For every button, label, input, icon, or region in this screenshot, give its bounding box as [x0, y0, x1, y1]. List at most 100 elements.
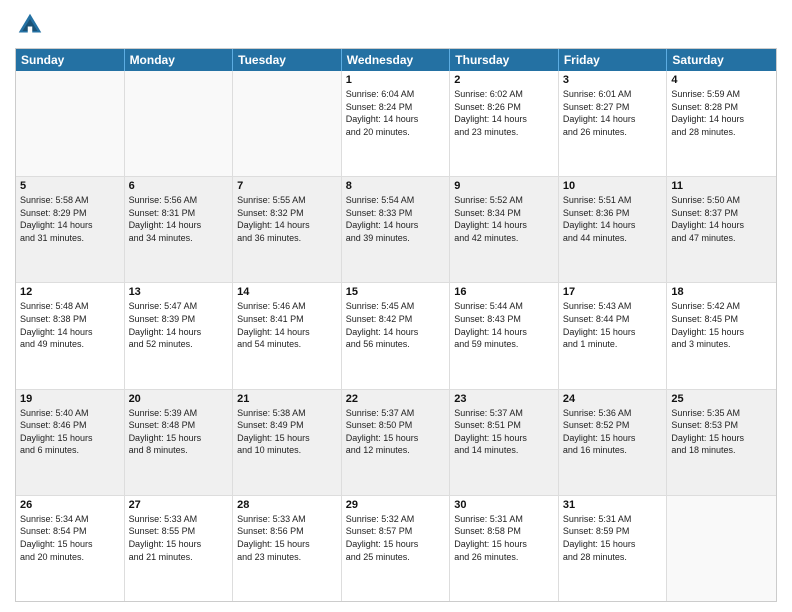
day-number: 10: [563, 180, 663, 192]
cell-info: Sunrise: 5:33 AM Sunset: 8:56 PM Dayligh…: [237, 513, 337, 563]
day-cell-3: 3 Sunrise: 6:01 AM Sunset: 8:27 PM Daylig…: [559, 71, 668, 176]
day-cell-9: 9 Sunrise: 5:52 AM Sunset: 8:34 PM Daylig…: [450, 177, 559, 282]
day-cell-23: 23 Sunrise: 5:37 AM Sunset: 8:51 PM Dayli…: [450, 390, 559, 495]
day-cell-5: 5 Sunrise: 5:58 AM Sunset: 8:29 PM Daylig…: [16, 177, 125, 282]
calendar-row-4: 19Sunrise: 5:40 AM Sunset: 8:46 PM Dayli…: [16, 390, 776, 496]
day-number: 9: [454, 180, 554, 192]
day-cell-17: 17Sunrise: 5:43 AM Sunset: 8:44 PM Dayli…: [559, 283, 668, 388]
cell-info: Sunrise: 5:37 AM Sunset: 8:51 PM Dayligh…: [454, 407, 554, 457]
day-number: 23: [454, 393, 554, 405]
day-number: 3: [563, 74, 663, 86]
cell-info: Sunrise: 5:34 AM Sunset: 8:54 PM Dayligh…: [20, 513, 120, 563]
day-cell-7: 7 Sunrise: 5:55 AM Sunset: 8:32 PM Daylig…: [233, 177, 342, 282]
day-number: 12: [20, 286, 120, 298]
cell-info: Sunrise: 5:39 AM Sunset: 8:48 PM Dayligh…: [129, 407, 229, 457]
day-number: 15: [346, 286, 446, 298]
header: [15, 10, 777, 40]
cell-info: Sunrise: 5:52 AM Sunset: 8:34 PM Dayligh…: [454, 194, 554, 244]
cell-info: Sunrise: 5:44 AM Sunset: 8:43 PM Dayligh…: [454, 300, 554, 350]
day-cell-1: 1 Sunrise: 6:04 AM Sunset: 8:24 PM Daylig…: [342, 71, 451, 176]
day-cell-27: 27Sunrise: 5:33 AM Sunset: 8:55 PM Dayli…: [125, 496, 234, 601]
day-cell-30: 30 Sunrise: 5:31 AM Sunset: 8:58 PM Dayli…: [450, 496, 559, 601]
day-cell-20: 20 Sunrise: 5:39 AM Sunset: 8:48 PM Dayli…: [125, 390, 234, 495]
day-number: 29: [346, 499, 446, 511]
day-cell-29: 29 Sunrise: 5:32 AM Sunset: 8:57 PM Dayli…: [342, 496, 451, 601]
day-number: 30: [454, 499, 554, 511]
day-number: 14: [237, 286, 337, 298]
cell-info: Sunrise: 5:59 AM Sunset: 8:28 PM Dayligh…: [671, 88, 772, 138]
day-cell-2: 2 Sunrise: 6:02 AM Sunset: 8:26 PM Daylig…: [450, 71, 559, 176]
cell-info: Sunrise: 5:35 AM Sunset: 8:53 PM Dayligh…: [671, 407, 772, 457]
day-number: 31: [563, 499, 663, 511]
day-cell-31: 31 Sunrise: 5:31 AM Sunset: 8:59 PM Dayli…: [559, 496, 668, 601]
day-number: 27: [129, 499, 229, 511]
day-cell-15: 15 Sunrise: 5:45 AM Sunset: 8:42 PM Dayli…: [342, 283, 451, 388]
day-cell-19: 19Sunrise: 5:40 AM Sunset: 8:46 PM Dayli…: [16, 390, 125, 495]
cell-info: Sunrise: 5:46 AM Sunset: 8:41 PM Dayligh…: [237, 300, 337, 350]
header-cell-friday: Friday: [559, 49, 668, 71]
cell-info: Sunrise: 5:31 AM Sunset: 8:58 PM Dayligh…: [454, 513, 554, 563]
header-cell-thursday: Thursday: [450, 49, 559, 71]
day-number: 20: [129, 393, 229, 405]
calendar-row-5: 26 Sunrise: 5:34 AM Sunset: 8:54 PM Dayli…: [16, 496, 776, 601]
empty-cell: [16, 71, 125, 176]
cell-info: Sunrise: 5:32 AM Sunset: 8:57 PM Dayligh…: [346, 513, 446, 563]
empty-cell: [233, 71, 342, 176]
cell-info: Sunrise: 5:58 AM Sunset: 8:29 PM Dayligh…: [20, 194, 120, 244]
day-cell-4: 4Sunrise: 5:59 AM Sunset: 8:28 PM Daylig…: [667, 71, 776, 176]
cell-info: Sunrise: 5:45 AM Sunset: 8:42 PM Dayligh…: [346, 300, 446, 350]
cell-info: Sunrise: 6:02 AM Sunset: 8:26 PM Dayligh…: [454, 88, 554, 138]
cell-info: Sunrise: 6:01 AM Sunset: 8:27 PM Dayligh…: [563, 88, 663, 138]
day-number: 28: [237, 499, 337, 511]
day-number: 18: [671, 286, 772, 298]
logo-icon: [15, 10, 45, 40]
day-cell-26: 26 Sunrise: 5:34 AM Sunset: 8:54 PM Dayli…: [16, 496, 125, 601]
header-cell-saturday: Saturday: [667, 49, 776, 71]
calendar-row-1: 1 Sunrise: 6:04 AM Sunset: 8:24 PM Daylig…: [16, 71, 776, 177]
day-cell-13: 13Sunrise: 5:47 AM Sunset: 8:39 PM Dayli…: [125, 283, 234, 388]
logo: [15, 10, 47, 40]
day-cell-28: 28 Sunrise: 5:33 AM Sunset: 8:56 PM Dayli…: [233, 496, 342, 601]
day-cell-25: 25Sunrise: 5:35 AM Sunset: 8:53 PM Dayli…: [667, 390, 776, 495]
day-cell-10: 10 Sunrise: 5:51 AM Sunset: 8:36 PM Dayli…: [559, 177, 668, 282]
cell-info: Sunrise: 5:38 AM Sunset: 8:49 PM Dayligh…: [237, 407, 337, 457]
day-cell-22: 22 Sunrise: 5:37 AM Sunset: 8:50 PM Dayli…: [342, 390, 451, 495]
empty-cell: [125, 71, 234, 176]
day-cell-14: 14 Sunrise: 5:46 AM Sunset: 8:41 PM Dayli…: [233, 283, 342, 388]
day-number: 11: [671, 180, 772, 192]
cell-info: Sunrise: 5:54 AM Sunset: 8:33 PM Dayligh…: [346, 194, 446, 244]
day-number: 19: [20, 393, 120, 405]
day-number: 5: [20, 180, 120, 192]
calendar: SundayMondayTuesdayWednesdayThursdayFrid…: [15, 48, 777, 602]
day-cell-21: 21 Sunrise: 5:38 AM Sunset: 8:49 PM Dayli…: [233, 390, 342, 495]
day-number: 21: [237, 393, 337, 405]
day-number: 8: [346, 180, 446, 192]
cell-info: Sunrise: 5:42 AM Sunset: 8:45 PM Dayligh…: [671, 300, 772, 350]
cell-info: Sunrise: 6:04 AM Sunset: 8:24 PM Dayligh…: [346, 88, 446, 138]
day-cell-24: 24Sunrise: 5:36 AM Sunset: 8:52 PM Dayli…: [559, 390, 668, 495]
day-number: 2: [454, 74, 554, 86]
cell-info: Sunrise: 5:50 AM Sunset: 8:37 PM Dayligh…: [671, 194, 772, 244]
cell-info: Sunrise: 5:47 AM Sunset: 8:39 PM Dayligh…: [129, 300, 229, 350]
calendar-header: SundayMondayTuesdayWednesdayThursdayFrid…: [16, 49, 776, 71]
header-cell-tuesday: Tuesday: [233, 49, 342, 71]
cell-info: Sunrise: 5:31 AM Sunset: 8:59 PM Dayligh…: [563, 513, 663, 563]
day-number: 26: [20, 499, 120, 511]
calendar-body: 1 Sunrise: 6:04 AM Sunset: 8:24 PM Daylig…: [16, 71, 776, 601]
cell-info: Sunrise: 5:37 AM Sunset: 8:50 PM Dayligh…: [346, 407, 446, 457]
day-cell-16: 16Sunrise: 5:44 AM Sunset: 8:43 PM Dayli…: [450, 283, 559, 388]
day-cell-18: 18 Sunrise: 5:42 AM Sunset: 8:45 PM Dayli…: [667, 283, 776, 388]
day-cell-11: 11 Sunrise: 5:50 AM Sunset: 8:37 PM Dayli…: [667, 177, 776, 282]
header-cell-wednesday: Wednesday: [342, 49, 451, 71]
page: SundayMondayTuesdayWednesdayThursdayFrid…: [0, 0, 792, 612]
cell-info: Sunrise: 5:36 AM Sunset: 8:52 PM Dayligh…: [563, 407, 663, 457]
cell-info: Sunrise: 5:51 AM Sunset: 8:36 PM Dayligh…: [563, 194, 663, 244]
cell-info: Sunrise: 5:43 AM Sunset: 8:44 PM Dayligh…: [563, 300, 663, 350]
day-cell-12: 12Sunrise: 5:48 AM Sunset: 8:38 PM Dayli…: [16, 283, 125, 388]
empty-cell: [667, 496, 776, 601]
header-cell-sunday: Sunday: [16, 49, 125, 71]
day-number: 22: [346, 393, 446, 405]
cell-info: Sunrise: 5:55 AM Sunset: 8:32 PM Dayligh…: [237, 194, 337, 244]
day-number: 7: [237, 180, 337, 192]
day-number: 1: [346, 74, 446, 86]
